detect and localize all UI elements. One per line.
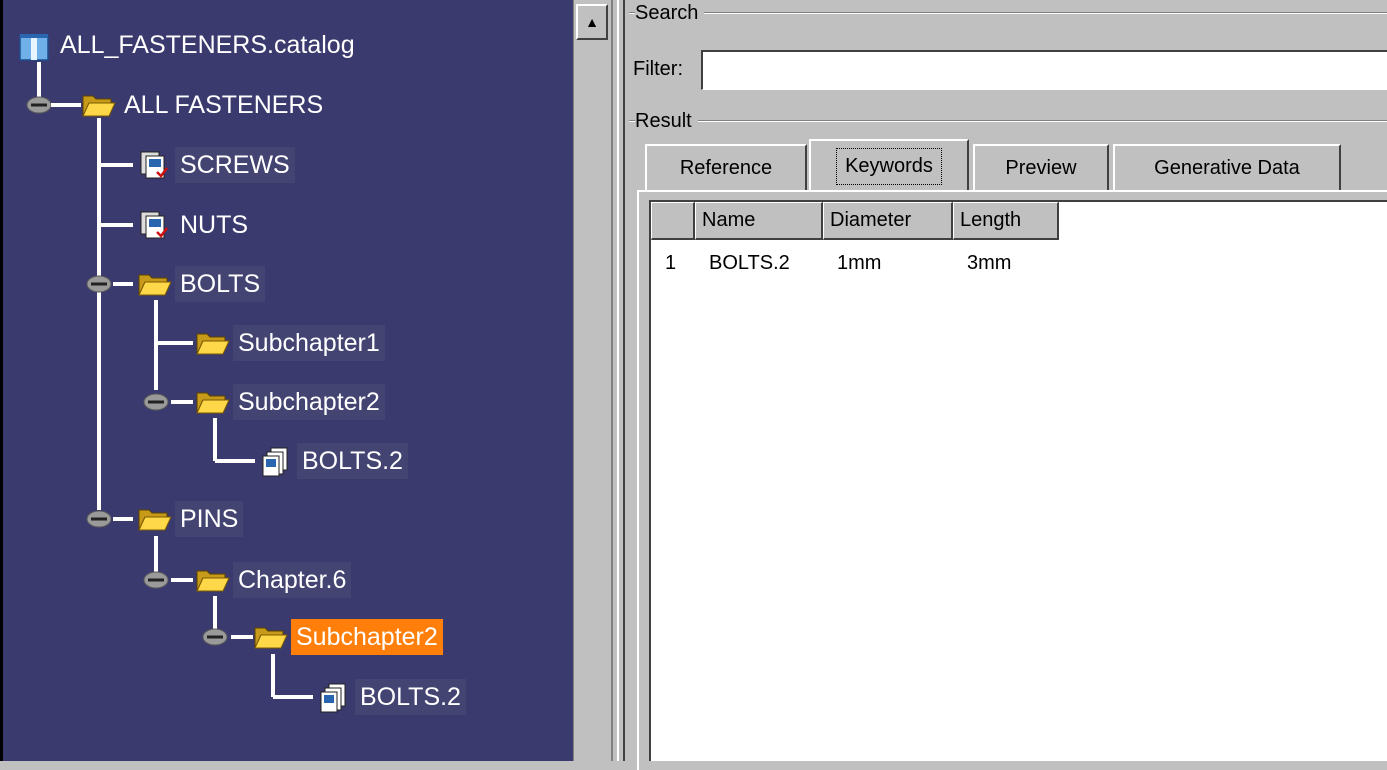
tree-node-label: SCREWS [175,147,295,183]
part-family-icon [137,210,171,240]
tree-root-label: ALL_FASTENERS.catalog [60,31,355,59]
tree-node-label: PINS [175,501,244,537]
search-group-border [629,12,1387,14]
pane-splitter[interactable] [611,0,625,761]
tree-root[interactable]: ALL_FASTENERS.catalog [17,25,360,65]
tab-label: Keywords [836,147,942,185]
tree-node-label: Subchapter1 [233,325,385,361]
tree-node-bolts-2-b[interactable]: BOLTS.2 [317,677,466,717]
open-folder-icon [137,504,172,534]
filter-input[interactable] [701,50,1387,90]
tab-label: Generative Data [1154,156,1300,179]
open-folder-icon [195,387,230,417]
tab-keywords[interactable]: Keywords [809,139,969,191]
result-group-label: Result [635,108,698,134]
tree-node-chapter-6[interactable]: Chapter.6 [195,560,352,600]
tree-node-pins[interactable]: PINS [137,499,244,539]
arrow-up-icon: ▲ [585,14,599,30]
result-group-border [629,120,1387,122]
tree-node-bolts[interactable]: BOLTS [137,264,266,304]
tree-node-subchapter1[interactable]: Subchapter1 [195,323,385,363]
open-folder-icon [137,269,172,299]
filter-label: Filter: [633,58,683,80]
scroll-up-button[interactable]: ▲ [576,4,608,40]
part-family-icon [137,150,171,180]
cell-index: 1 [665,252,677,274]
column-header-index[interactable] [651,202,695,240]
tree-node-bolts-2[interactable]: BOLTS.2 [259,441,408,481]
tab-preview[interactable]: Preview [973,144,1109,190]
tree-node-screws[interactable]: SCREWS [137,145,295,185]
open-folder-icon [195,328,230,358]
tree-node-label-selected: Subchapter2 [291,619,443,655]
tree-node-label: BOLTS.2 [355,679,466,715]
tree-node-label: ALL FASTENERS [124,91,324,119]
tree-node-all-fasteners[interactable]: ALL FASTENERS [81,85,328,125]
cell-name: BOLTS.2 [709,252,790,274]
catalog-book-icon [17,30,51,61]
tree-node-label: Chapter.6 [233,562,352,598]
open-folder-icon [81,90,116,120]
document-stack-icon [259,446,293,477]
tab-generative-data[interactable]: Generative Data [1113,144,1341,190]
tree-node-subchapter2-selected[interactable]: Subchapter2 [253,617,443,657]
search-group-label: Search [635,0,705,26]
search-result-panel: Search Filter: Result Reference Keywords… [625,0,1387,770]
result-table[interactable]: Name Diameter Length 1 BOLTS.2 1mm 3mm [649,200,1387,761]
document-stack-icon [317,682,351,713]
tab-reference[interactable]: Reference [645,144,807,190]
tab-label: Reference [679,156,773,179]
tree-node-nuts[interactable]: NUTS [137,205,253,245]
catalog-tree-panel[interactable]: ALL_FASTENERS.catalog ALL FASTENERS SCRE… [0,0,573,761]
tree-node-label: NUTS [180,211,249,239]
column-header-length[interactable]: Length [953,202,1059,240]
tree-node-label: BOLTS.2 [297,443,408,479]
tree-node-subchapter2[interactable]: Subchapter2 [195,382,385,422]
open-folder-icon [253,622,288,652]
cell-length: 3mm [967,252,1012,274]
tree-node-label: Subchapter2 [233,384,385,420]
tree-vertical-scrollbar[interactable]: ▲ [573,0,611,761]
open-folder-icon [195,565,230,595]
cell-diameter: 1mm [837,252,882,274]
tab-label: Preview [1005,156,1077,179]
column-header-name[interactable]: Name [695,202,823,240]
column-header-diameter[interactable]: Diameter [823,202,953,240]
tree-node-label: BOLTS [175,266,266,302]
